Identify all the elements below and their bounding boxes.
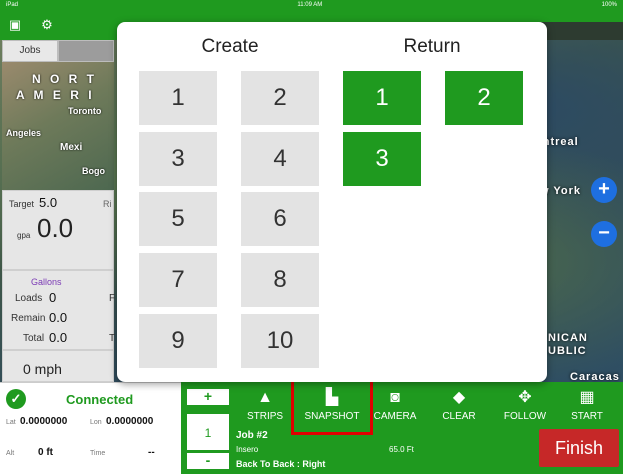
loads-label: Loads	[15, 293, 43, 304]
alt-label: Alt	[6, 450, 15, 457]
time-label: Time	[90, 450, 106, 457]
strips-button[interactable]: ▲ STRIPS	[235, 388, 295, 422]
job-name: Job #2	[236, 430, 268, 441]
grid-icon: ▦	[579, 389, 595, 406]
mini-map-label-toronto: Toronto	[68, 106, 102, 116]
return-job-2[interactable]: 2	[445, 71, 523, 125]
top-toolbar-right	[181, 10, 623, 22]
job-picker-modal: Create Return 1 2 3 4 5 6 7 8 9 10 1 2 3	[117, 22, 547, 382]
zoom-in-button[interactable]: +	[591, 177, 617, 203]
remain-value: 0.0	[49, 310, 68, 325]
eraser-icon: ◆	[452, 389, 466, 406]
stepper-value: 1	[187, 413, 229, 451]
mini-map[interactable]: N O R T A M E R I Toronto Angeles Mexi B…	[2, 62, 114, 190]
rate-card: Target 5.0 gpa 0.0 Ri	[2, 190, 114, 270]
camera-label: CAMERA	[373, 411, 417, 422]
create-job-5[interactable]: 5	[139, 192, 217, 246]
clock: 11:09 AM	[297, 2, 323, 8]
target-value: 5.0	[39, 195, 58, 210]
camera-button[interactable]: ◙ CAMERA	[365, 388, 425, 422]
create-job-3[interactable]: 3	[139, 132, 217, 186]
connection-panel: ✓ Connected Lat 0.0000000 Lon 0.0000000 …	[0, 382, 181, 474]
gear-icon[interactable]: ⚙	[40, 18, 54, 32]
f-partial: F	[109, 293, 116, 304]
speed-card: 0 mph	[2, 350, 114, 382]
product-name: Insero	[236, 445, 259, 454]
create-job-9[interactable]: 9	[139, 314, 217, 368]
mini-map-label-north: N O R T	[32, 72, 97, 86]
lon-label: Lon	[90, 419, 102, 426]
create-job-10[interactable]: 10	[241, 314, 319, 368]
total-value: 0.0	[49, 330, 68, 345]
tab-jobs[interactable]: Jobs	[2, 40, 58, 62]
clear-button[interactable]: ◆ CLEAR	[429, 388, 489, 422]
mini-map-label-bogota: Bogo	[82, 166, 105, 176]
target-label: Target	[9, 199, 35, 209]
map-label-dominican: NICAN	[548, 332, 588, 344]
mini-map-label-angeles: Angeles	[6, 128, 42, 138]
time-value: --	[148, 447, 155, 458]
card-icon[interactable]: ▣	[8, 18, 22, 32]
start-label: START	[571, 411, 603, 422]
snapshot-highlight	[291, 377, 373, 435]
road-icon: ▲	[257, 389, 273, 406]
lon-value: 0.0000000	[106, 416, 154, 427]
create-job-2[interactable]: 2	[241, 71, 319, 125]
finish-button[interactable]: Finish	[539, 429, 619, 467]
pattern-label: Back To Back : Right	[236, 459, 326, 469]
follow-label: FOLLOW	[503, 411, 547, 422]
rate-unit: gpa	[17, 231, 31, 240]
total-label: Total	[23, 333, 45, 344]
mini-map-label-america: A M E R I	[16, 88, 95, 102]
clear-label: CLEAR	[442, 411, 476, 422]
lat-value: 0.0000000	[20, 416, 68, 427]
create-job-4[interactable]: 4	[241, 132, 319, 186]
gallons-card: Gallons Loads 0 Remain 0.0 Total 0.0 F T	[2, 270, 116, 350]
follow-button[interactable]: ✥ FOLLOW	[495, 388, 555, 422]
checkmark-icon: ✓	[6, 389, 26, 409]
t-partial: T	[109, 333, 116, 344]
return-title: Return	[403, 36, 461, 57]
right-partial: Ri	[103, 199, 112, 209]
gallons-title: Gallons	[31, 277, 62, 287]
remain-label: Remain	[11, 313, 46, 324]
decrement-button[interactable]: -	[187, 453, 229, 469]
left-panel: Jobs N O R T A M E R I Toronto Angeles M…	[2, 40, 116, 382]
lat-label: Lat	[6, 419, 16, 426]
crosshair-icon: ✥	[518, 389, 532, 406]
zoom-out-button[interactable]: −	[591, 221, 617, 247]
strips-label: STRIPS	[246, 411, 284, 422]
battery-label: 100%	[601, 2, 617, 8]
status-bar: iPad 11:09 AM 100%	[0, 0, 623, 10]
map-label-republic: UBLIC	[548, 345, 587, 357]
create-title: Create	[201, 36, 259, 57]
create-job-6[interactable]: 6	[241, 192, 319, 246]
mini-map-label-mexico: Mexi	[60, 142, 83, 153]
create-job-1[interactable]: 1	[139, 71, 217, 125]
alt-value: 0 ft	[38, 447, 53, 458]
device-label: iPad	[6, 2, 19, 8]
connection-status: Connected	[66, 392, 134, 407]
start-button[interactable]: ▦ START	[557, 388, 617, 422]
bottom-toolbar: + 1 - ▲ STRIPS ▙ SNAPSHOT ◙ CAMERA ◆ CLE…	[181, 377, 623, 474]
swath-width: 65.0 Ft	[389, 445, 414, 454]
return-job-3[interactable]: 3	[343, 132, 421, 186]
loads-value: 0	[49, 290, 57, 305]
tab-bar: Jobs	[2, 40, 114, 62]
speed-value: 0 mph	[23, 361, 62, 377]
rate-value: 0.0	[37, 213, 74, 243]
camera-icon: ◙	[390, 389, 400, 406]
tab-secondary[interactable]	[58, 40, 114, 62]
increment-button[interactable]: +	[187, 389, 229, 405]
create-job-8[interactable]: 8	[241, 253, 319, 307]
return-job-1[interactable]: 1	[343, 71, 421, 125]
create-job-7[interactable]: 7	[139, 253, 217, 307]
